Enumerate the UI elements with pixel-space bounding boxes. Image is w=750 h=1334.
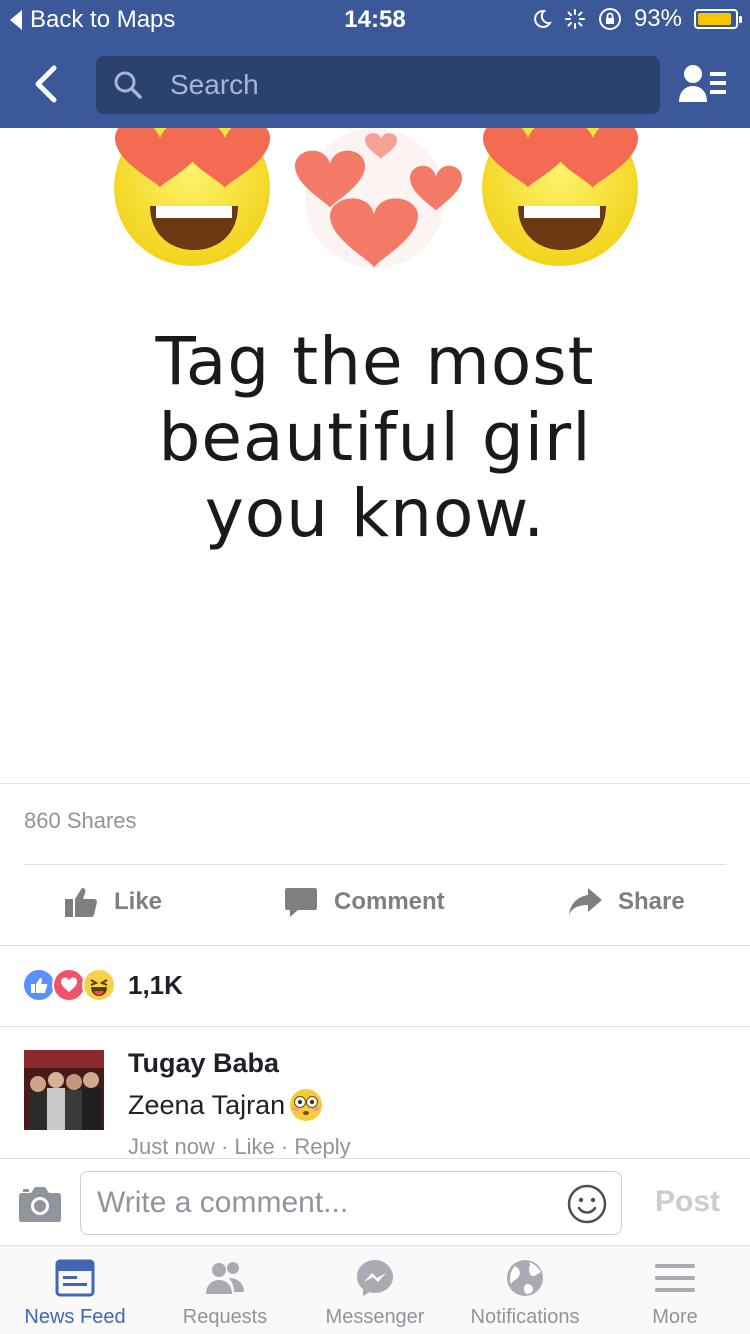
comment-field[interactable] [80,1171,622,1235]
post-image-text: Tag the most beautiful girl you know. [0,324,750,552]
status-bar: Back to Maps 14:58 93% [0,0,750,40]
tab-bar: News Feed Requests Messenger Notificatio… [0,1246,750,1334]
love-reaction-icon [52,968,86,1002]
comment-input-bar: Post [0,1158,750,1246]
nav-bar: Search [0,40,750,128]
like-label: Like [114,888,163,915]
comment-meta: Just now · Like · Reply [128,1134,728,1160]
post-image-text-line-1: Tag the most [155,323,595,400]
meta-separator: · [220,1134,235,1159]
status-indicators: 93% [530,5,742,33]
menu-icon [655,1264,695,1292]
battery-percent: 93% [633,5,682,32]
shares-count[interactable]: 860 Shares [24,808,137,834]
comment: Tugay Baba Zeena Tajran Just now · Like … [128,1046,728,1160]
tab-requests[interactable]: Requests [150,1246,300,1334]
divider [24,864,726,865]
requests-icon [206,1262,244,1294]
moon-icon [534,9,552,28]
tab-messenger[interactable]: Messenger [300,1246,450,1334]
post-image-text-line-3: you know. [204,475,546,552]
post-actions: Like Comment Share [0,866,750,946]
avatar[interactable] [24,1050,104,1130]
reactions-summary[interactable]: 1,1K [22,968,183,1002]
camera-icon[interactable] [18,1185,62,1223]
search-box[interactable]: Search [96,56,660,114]
search-placeholder: Search [170,69,259,100]
comment-button[interactable]: Comment [284,886,445,918]
tab-label: News Feed [24,1306,126,1328]
haha-reaction-icon [82,968,116,1002]
share-arrow-icon [569,888,602,915]
emoji-picker-icon[interactable] [567,1184,607,1224]
comment-bubble-icon [285,888,317,917]
avatar-photo [24,1050,104,1130]
share-button[interactable]: Share [568,886,685,918]
comment-tag[interactable]: Zeena Tajran [128,1088,285,1122]
flushed-face-icon [290,1089,323,1121]
post-button[interactable]: Post [655,1185,720,1219]
tab-label: More [652,1306,698,1328]
back-arrow-icon[interactable] [28,62,68,106]
like-reaction-icon [22,968,56,1002]
like-button[interactable]: Like [64,886,162,918]
battery-icon [694,9,742,29]
share-label: Share [618,888,685,915]
meta-separator: · [280,1134,295,1159]
search-icon [114,71,142,99]
post-image-text-line-2: beautiful girl [158,399,592,476]
comment-label: Comment [334,888,445,915]
comment-author[interactable]: Tugay Baba [128,1046,728,1080]
thumbs-up-icon [65,888,97,917]
messenger-icon [357,1260,393,1296]
comment-time: Just now [128,1134,215,1159]
friends-list-icon[interactable] [678,62,728,106]
comment-reply-link[interactable]: Reply [294,1134,350,1159]
heart-eyes-emoji-graphic [114,128,638,268]
tab-news-feed[interactable]: News Feed [0,1246,150,1334]
tab-label: Messenger [325,1306,425,1328]
comment-body: Zeena Tajran [128,1088,728,1122]
comment-like-link[interactable]: Like [234,1134,274,1159]
rotation-lock-icon [598,8,621,30]
loading-spinner-icon [564,9,585,29]
tab-label: Requests [182,1306,268,1328]
tab-label: Notifications [470,1306,580,1328]
globe-icon [507,1260,543,1296]
news-feed-icon [55,1259,95,1297]
reaction-count: 1,1K [128,969,183,1000]
tab-more[interactable]: More [600,1246,750,1334]
comment-input[interactable] [81,1172,551,1234]
divider [0,1026,750,1027]
post-image[interactable]: Tag the most beautiful girl you know. [0,128,750,784]
tab-notifications[interactable]: Notifications [450,1246,600,1334]
